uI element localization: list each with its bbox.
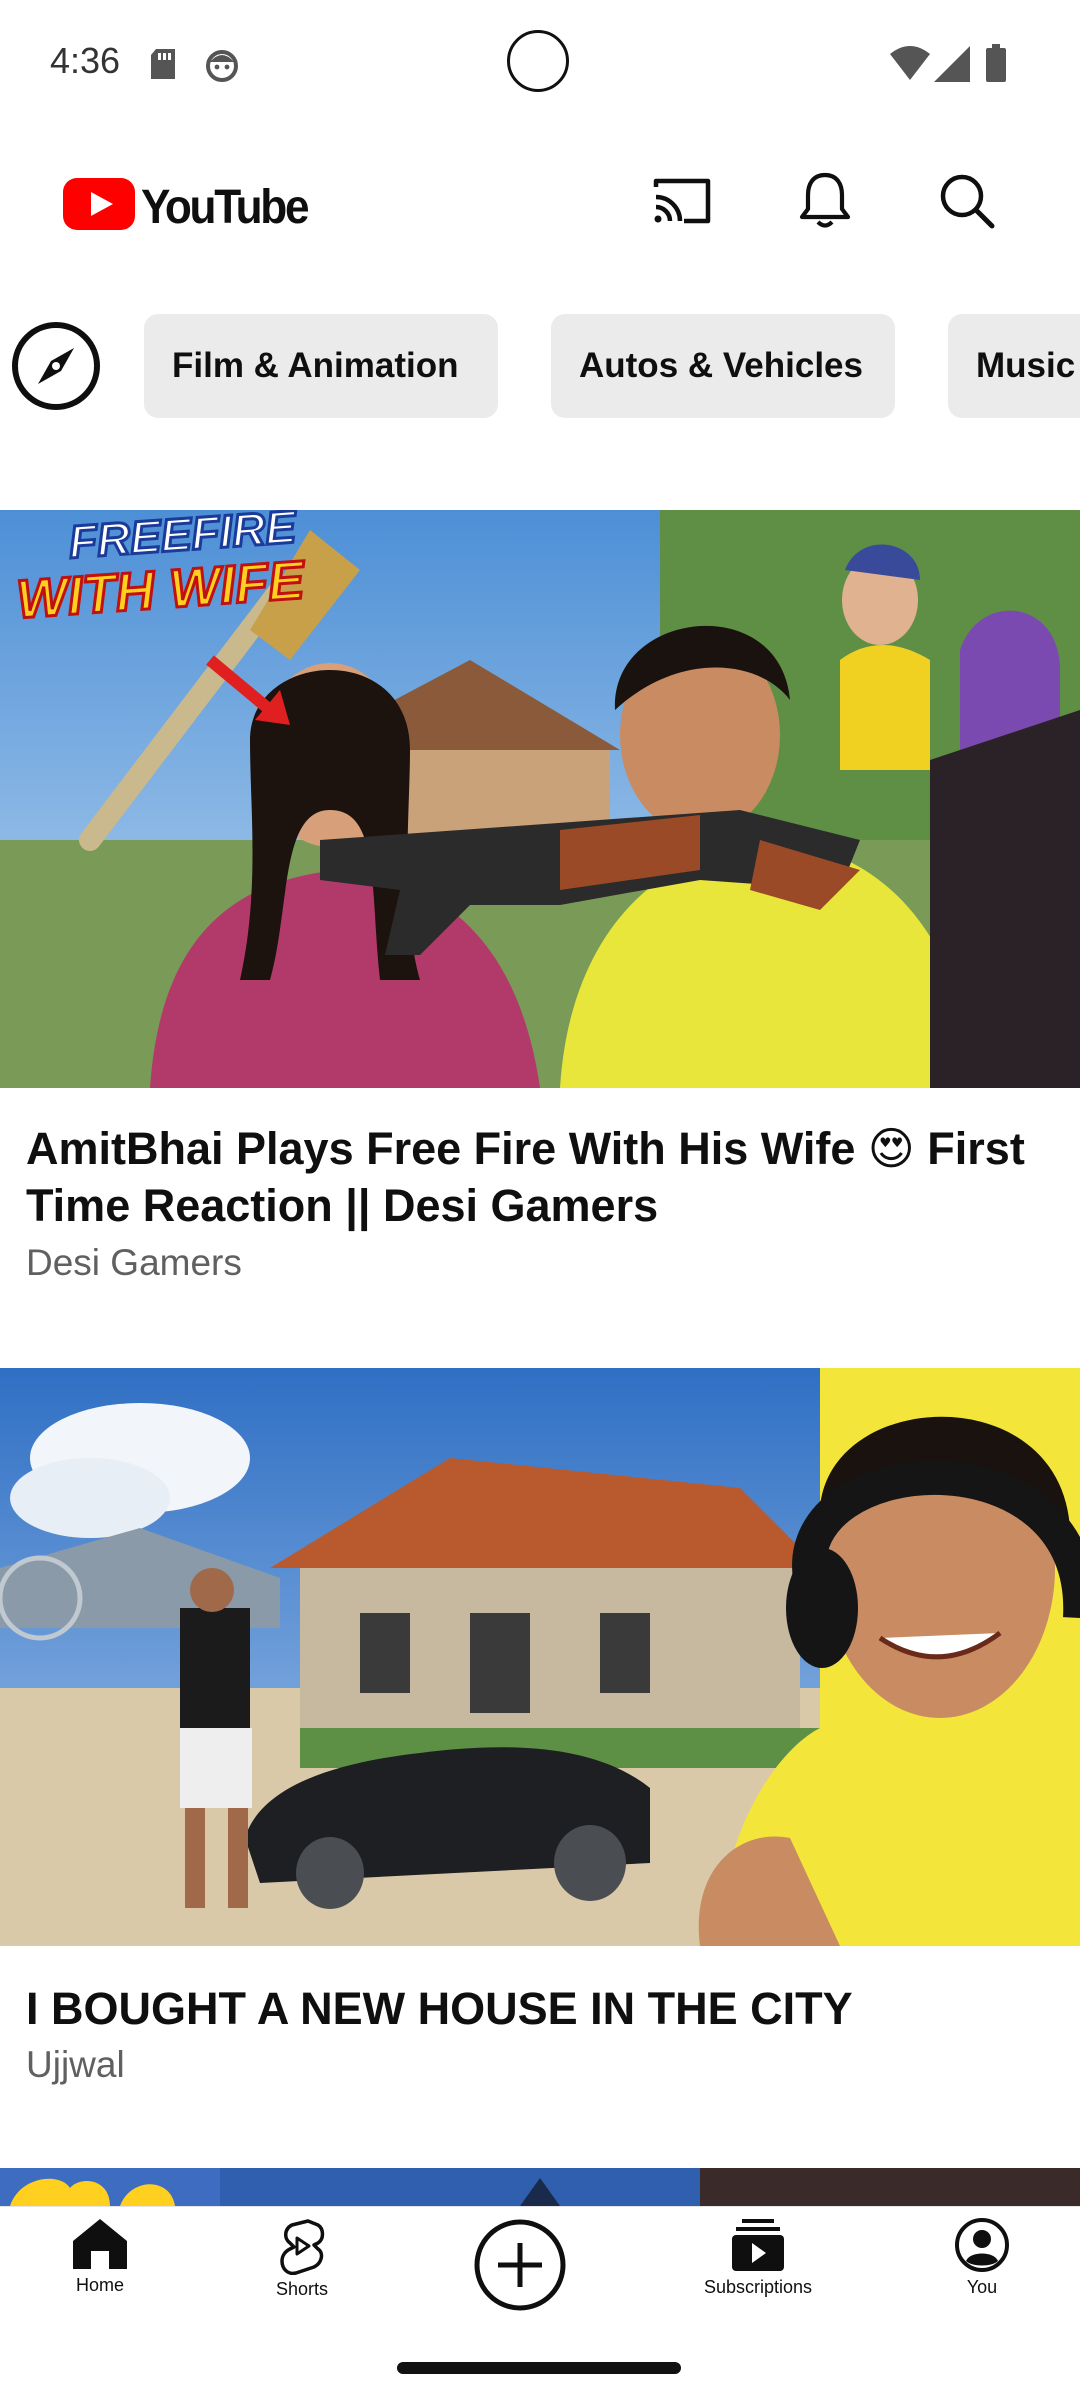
- thumbnail-image: [0, 2168, 1080, 2206]
- youtube-logo[interactable]: YouTube: [63, 178, 310, 234]
- app-header: YouTube: [0, 130, 1080, 270]
- category-chips-bar: Film & Animation Autos & Vehicles Music: [0, 275, 1080, 455]
- video-card[interactable]: FREEFIRE WITH WIFE AmitBhai Plays Free F…: [0, 510, 1080, 1310]
- account-icon: [955, 2218, 1009, 2272]
- nav-label: Subscriptions: [703, 2277, 813, 2297]
- video-card[interactable]: I BOUGHT A NEW HOUSE IN THE CITY Ujjwal: [0, 1368, 1080, 2148]
- nav-subscriptions[interactable]: Subscriptions: [658, 2217, 858, 2337]
- home-gesture-handle[interactable]: [397, 2362, 681, 2374]
- nav-shorts[interactable]: Shorts: [202, 2217, 402, 2337]
- search-icon: [940, 174, 995, 229]
- notifications-button[interactable]: [789, 165, 861, 237]
- bottom-navigation: Home Shorts Subscriptions You: [0, 2206, 1080, 2337]
- status-time: 4:36: [50, 40, 121, 81]
- create-icon: [474, 2219, 566, 2311]
- video-thumbnail[interactable]: [0, 1368, 1080, 1946]
- chip-music[interactable]: Music: [948, 314, 1080, 418]
- youtube-play-logo-icon: [63, 178, 135, 230]
- nav-you[interactable]: You: [882, 2217, 1080, 2337]
- face-icon: [206, 50, 238, 82]
- signal-icon: [934, 46, 970, 82]
- thumbnail-image: [0, 1368, 1080, 1946]
- channel-name[interactable]: Desi Gamers: [26, 1242, 242, 1284]
- chip-autos-vehicles[interactable]: Autos & Vehicles: [551, 314, 895, 418]
- channel-name[interactable]: Ujjwal: [26, 2044, 125, 2086]
- nav-label: Home: [75, 2275, 124, 2295]
- video-thumbnail-partial[interactable]: [0, 2168, 1080, 2206]
- video-thumbnail[interactable]: FREEFIRE WITH WIFE: [0, 510, 1080, 1088]
- battery-icon: [986, 44, 1006, 82]
- home-icon: [73, 2219, 127, 2269]
- search-button[interactable]: [931, 165, 1003, 237]
- gesture-navigation-area: [0, 2336, 1080, 2400]
- video-title[interactable]: AmitBhai Plays Free Fire With His Wife 😍…: [26, 1120, 1050, 1234]
- status-bar: 4:36: [0, 0, 1080, 130]
- shorts-icon: [280, 2219, 325, 2275]
- video-title[interactable]: I BOUGHT A NEW HOUSE IN THE CITY: [26, 1980, 1050, 2037]
- nav-label: You: [966, 2277, 998, 2297]
- explore-button[interactable]: [10, 320, 102, 412]
- front-camera: [507, 30, 569, 92]
- wifi-icon: [890, 46, 930, 80]
- chip-film-animation[interactable]: Film & Animation: [144, 314, 498, 418]
- thumbnail-image: FREEFIRE WITH WIFE: [0, 510, 1080, 1088]
- nav-home[interactable]: Home: [0, 2217, 200, 2337]
- nav-label: Shorts: [275, 2279, 329, 2299]
- cast-button[interactable]: [646, 165, 718, 237]
- cast-icon: [653, 178, 711, 224]
- sd-card-icon: [151, 49, 175, 79]
- youtube-logo-text: YouTube: [141, 181, 310, 234]
- nav-create[interactable]: [420, 2217, 620, 2337]
- compass-icon: [12, 322, 100, 410]
- bell-icon: [799, 172, 851, 228]
- subscriptions-icon: [732, 2219, 784, 2271]
